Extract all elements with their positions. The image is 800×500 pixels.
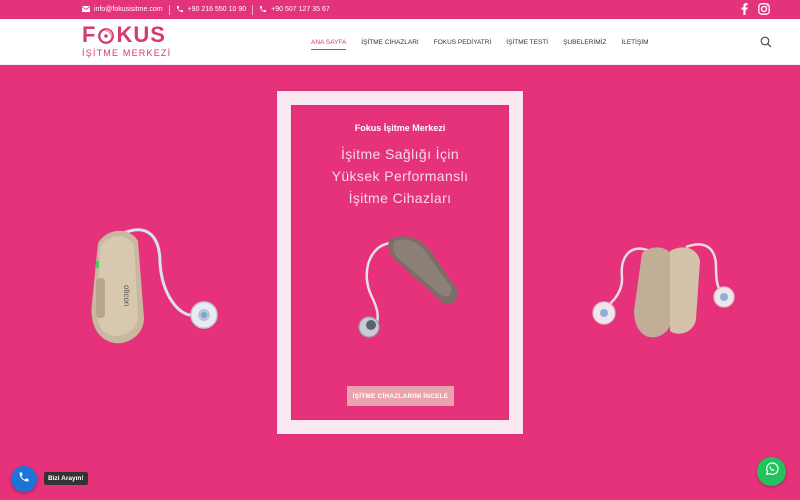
logo-subtitle: İŞİTME MERKEZİ	[82, 48, 172, 58]
top-bar: info@fokusisitme.com +90 216 550 10 90 +…	[0, 0, 800, 19]
nav-item-hearing-aids[interactable]: İŞİTME CİHAZLARI	[361, 35, 418, 50]
hero-card-frame: Fokus İşitme Merkezi İşitme Sağlığı İçin…	[277, 91, 523, 434]
main-header: F KUS İŞİTME MERKEZİ ANA SAYFA İŞİTME Cİ…	[0, 19, 800, 65]
card-heading: İşitme Sağlığı İçin Yüksek Performanslı …	[291, 143, 509, 209]
nav-item-branches[interactable]: ŞUBELERİMİZ	[563, 35, 606, 50]
hearing-aid-center-image	[349, 233, 459, 343]
nav-item-pediatrics[interactable]: FOKUS PEDİYATRİ	[434, 35, 492, 50]
social-links	[741, 0, 770, 19]
phone-text-1: +90 216 550 10 90	[187, 6, 247, 13]
phone-link-2[interactable]: +90 507 127 35 67	[259, 5, 330, 15]
logo-swirl-icon	[97, 26, 115, 44]
phone-text-2: +90 507 127 35 67	[271, 6, 330, 13]
search-icon[interactable]	[760, 35, 772, 48]
hero-section: oticon Fokus İşitme Merkezi İşitme Sağlı…	[0, 65, 800, 500]
divider	[252, 4, 254, 15]
call-button[interactable]	[11, 466, 37, 492]
hearing-aid-right-image	[590, 237, 740, 347]
main-nav: ANA SAYFA İŞİTME CİHAZLARI FOKUS PEDİYAT…	[311, 19, 649, 65]
heading-line: İşitme Cihazları	[348, 190, 452, 206]
hero-card: Fokus İşitme Merkezi İşitme Sağlığı İçin…	[291, 105, 509, 420]
contact-info: info@fokusisitme.com +90 216 550 10 90 +…	[81, 0, 330, 19]
phone-link-1[interactable]: +90 216 550 10 90	[176, 5, 247, 15]
email-link[interactable]: info@fokusisitme.com	[81, 5, 163, 14]
explore-hearing-aids-button[interactable]: İŞİTME CİHAZLARINI İNCELE	[347, 386, 454, 406]
site-logo[interactable]: F KUS İŞİTME MERKEZİ	[82, 23, 172, 61]
hearing-aid-left-image: oticon	[78, 223, 238, 353]
logo-letter-f: F	[82, 22, 97, 47]
logo-wordmark: F KUS	[82, 23, 172, 47]
envelope-icon	[81, 5, 91, 14]
instagram-icon[interactable]	[758, 2, 770, 17]
heading-line: Yüksek Performanslı	[331, 168, 469, 184]
nav-item-hearing-test[interactable]: İŞİTME TESTİ	[506, 35, 548, 50]
whatsapp-icon	[764, 461, 780, 482]
divider	[168, 4, 170, 15]
email-text: info@fokusisitme.com	[94, 6, 163, 13]
phone-icon	[259, 5, 267, 15]
phone-icon	[18, 470, 30, 488]
nav-item-home[interactable]: ANA SAYFA	[311, 35, 347, 50]
card-title: Fokus İşitme Merkezi	[354, 123, 446, 133]
phone-icon	[176, 5, 184, 15]
logo-letters-kus: KUS	[116, 22, 166, 47]
whatsapp-button[interactable]	[757, 457, 786, 486]
nav-item-contact[interactable]: İLETİŞİM	[621, 35, 648, 50]
heading-line: İşitme Sağlığı İçin	[340, 146, 460, 162]
call-button-label[interactable]: Bizi Arayın!	[44, 472, 88, 485]
facebook-icon[interactable]	[741, 2, 748, 17]
svg-text:oticon: oticon	[122, 285, 131, 306]
